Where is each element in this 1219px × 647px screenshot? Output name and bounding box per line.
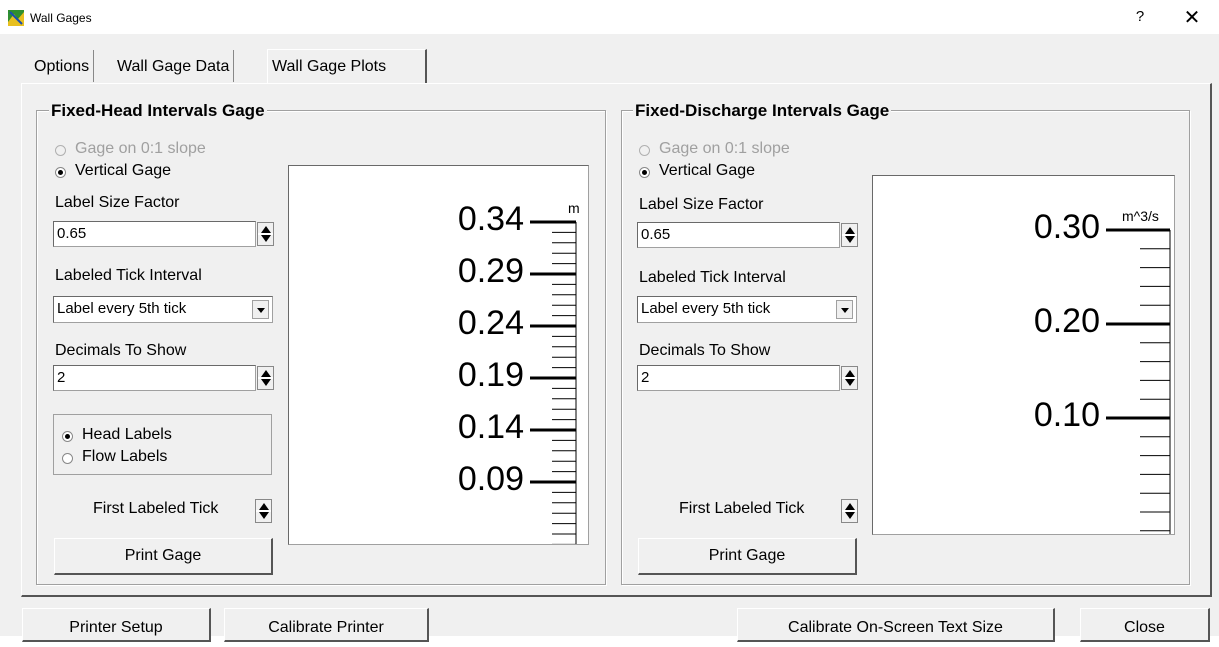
window-title: Wall Gages <box>30 11 92 25</box>
left-decimals-spinner[interactable] <box>257 366 274 390</box>
flow-labels-label: Flow Labels <box>82 448 168 465</box>
calibrate-text-size-button[interactable]: Calibrate On-Screen Text Size <box>737 608 1055 642</box>
left-vertical-radio[interactable] <box>55 167 66 178</box>
right-decimals-spinner[interactable] <box>841 366 858 390</box>
left-decimals-input[interactable]: 2 <box>53 365 256 391</box>
calibrate-text-size-label: Calibrate On-Screen Text Size <box>788 619 1003 636</box>
right-slope-radio[interactable] <box>639 145 650 156</box>
right-tick-interval-label: Labeled Tick Interval <box>639 269 786 286</box>
fixed-discharge-group-title: Fixed-Discharge Intervals Gage <box>633 101 892 121</box>
right-label-size-input[interactable]: 0.65 <box>637 222 840 248</box>
head-labels-label: Head Labels <box>82 426 172 443</box>
calibrate-printer-button[interactable]: Calibrate Printer <box>224 608 429 642</box>
tab-options-label: Options <box>34 58 90 75</box>
right-slope-label: Gage on 0:1 slope <box>659 140 790 157</box>
right-decimals-label: Decimals To Show <box>639 342 771 359</box>
fixed-head-group-title: Fixed-Head Intervals Gage <box>49 101 267 121</box>
close-window-button[interactable]: ✕ <box>1181 5 1203 30</box>
left-first-tick-spinner[interactable] <box>255 499 272 523</box>
flow-labels-radio[interactable] <box>62 453 73 464</box>
calibrate-printer-label: Calibrate Printer <box>268 619 384 636</box>
head-labels-radio[interactable] <box>62 431 73 442</box>
printer-setup-label: Printer Setup <box>69 619 163 636</box>
right-print-gage-label: Print Gage <box>708 547 786 564</box>
app-icon <box>8 10 24 26</box>
tab-options[interactable]: Options <box>30 50 95 82</box>
left-print-gage-button[interactable]: Print Gage <box>54 538 273 575</box>
title-bar: Wall Gages ? ✕ <box>0 0 1219 34</box>
tab-wall-gage-plots-label: Wall Gage Plots <box>272 58 387 75</box>
right-vertical-label: Vertical Gage <box>659 162 756 179</box>
right-decimals-input[interactable]: 2 <box>637 365 840 391</box>
left-label-size-label: Label Size Factor <box>55 194 180 211</box>
left-print-gage-label: Print Gage <box>124 547 202 564</box>
left-first-tick-label: First Labeled Tick <box>93 500 219 517</box>
right-vertical-radio[interactable] <box>639 167 650 178</box>
help-button[interactable]: ? <box>1131 8 1149 25</box>
left-slope-label: Gage on 0:1 slope <box>75 140 206 157</box>
tab-wall-gage-data-label: Wall Gage Data <box>117 58 230 75</box>
left-label-size-input[interactable]: 0.65 <box>53 221 256 247</box>
right-label-size-spinner[interactable] <box>841 223 858 247</box>
left-gage-canvas: m 0.34 0.29 0.24 0.19 0.14 0.09 <box>288 165 589 545</box>
tab-wall-gage-data[interactable]: Wall Gage Data <box>113 50 235 82</box>
tab-wall-gage-plots[interactable]: Wall Gage Plots <box>267 49 427 84</box>
right-gage-canvas: m^3/s 0.30 0.20 0.10 <box>872 175 1175 535</box>
left-tick-interval-dropdown-icon[interactable] <box>252 300 269 319</box>
left-gage-ticks <box>530 220 577 544</box>
right-tick-interval-select[interactable]: Label every 5th tick <box>637 296 857 323</box>
left-tick-interval-select[interactable]: Label every 5th tick <box>53 296 273 323</box>
left-decimals-label: Decimals To Show <box>55 342 187 359</box>
left-label-size-spinner[interactable] <box>257 222 274 246</box>
close-button[interactable]: Close <box>1080 608 1210 642</box>
right-gage-ticks <box>1106 228 1171 534</box>
right-label-size-label: Label Size Factor <box>639 196 764 213</box>
printer-setup-button[interactable]: Printer Setup <box>22 608 211 642</box>
close-label: Close <box>1124 619 1165 636</box>
right-first-tick-label: First Labeled Tick <box>679 500 805 517</box>
left-vertical-label: Vertical Gage <box>75 162 172 179</box>
left-tick-interval-label: Labeled Tick Interval <box>55 267 202 284</box>
right-tick-interval-dropdown-icon[interactable] <box>836 300 853 319</box>
right-print-gage-button[interactable]: Print Gage <box>638 538 857 575</box>
left-slope-radio[interactable] <box>55 145 66 156</box>
right-first-tick-spinner[interactable] <box>841 499 858 523</box>
